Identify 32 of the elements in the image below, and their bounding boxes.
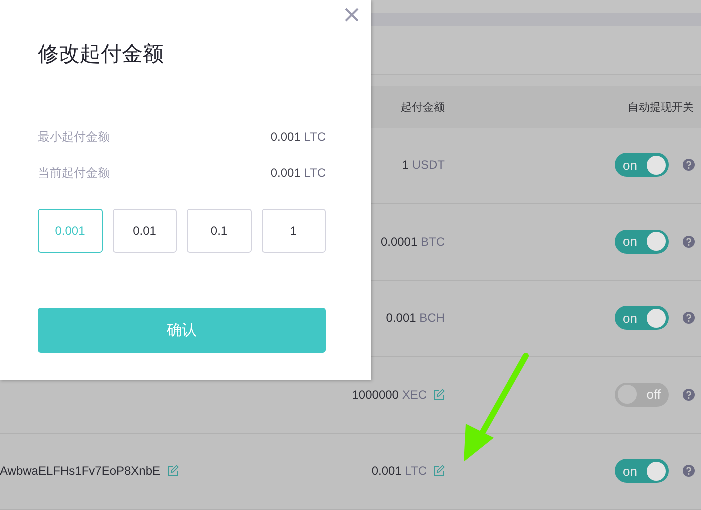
toggle-switch[interactable]: on bbox=[615, 230, 669, 254]
amount-text: 1 USDT bbox=[402, 158, 445, 172]
amount-option[interactable]: 0.01 bbox=[112, 209, 177, 253]
toggle-switch[interactable]: on bbox=[615, 459, 669, 484]
amount-option[interactable]: 1 bbox=[262, 209, 326, 253]
close-icon[interactable] bbox=[344, 7, 360, 23]
field-label: 当前起付金额 bbox=[38, 164, 110, 182]
toggle-switch[interactable]: on bbox=[615, 153, 669, 178]
help-icon[interactable] bbox=[683, 388, 695, 401]
toggle-switch[interactable]: on bbox=[615, 306, 669, 330]
confirm-button[interactable]: 确认 bbox=[38, 308, 326, 353]
help-icon[interactable] bbox=[683, 312, 695, 324]
field-value: 0.001 LTC bbox=[270, 166, 326, 180]
amount-text: 0.0001 BTC bbox=[380, 234, 445, 249]
amount-text: 0.001 BCH bbox=[386, 311, 445, 326]
help-icon[interactable] bbox=[683, 236, 695, 248]
dialog-title: 修改起付金额 bbox=[38, 42, 164, 68]
address-text: AwbwaELFHs1Fv7EoP8XnbE bbox=[0, 464, 161, 478]
field-value: 0.001 LTC bbox=[270, 130, 326, 144]
help-icon[interactable] bbox=[683, 465, 695, 478]
amount-option[interactable]: 0.1 bbox=[187, 209, 252, 253]
column-header: 自动提现开关 bbox=[628, 100, 694, 115]
field-label: 最小起付金额 bbox=[38, 128, 110, 146]
edit-icon[interactable] bbox=[433, 388, 445, 401]
edit-icon[interactable] bbox=[433, 465, 445, 478]
amount-option[interactable]: 0.001 bbox=[38, 209, 102, 253]
toggle-switch[interactable]: off bbox=[615, 382, 669, 407]
edit-icon[interactable] bbox=[166, 465, 179, 478]
column-header: 起付金额 bbox=[401, 100, 445, 115]
amount-text: 1000000 XEC bbox=[352, 388, 427, 402]
amount-text: 0.001 LTC bbox=[372, 464, 427, 478]
help-icon[interactable] bbox=[683, 159, 695, 172]
